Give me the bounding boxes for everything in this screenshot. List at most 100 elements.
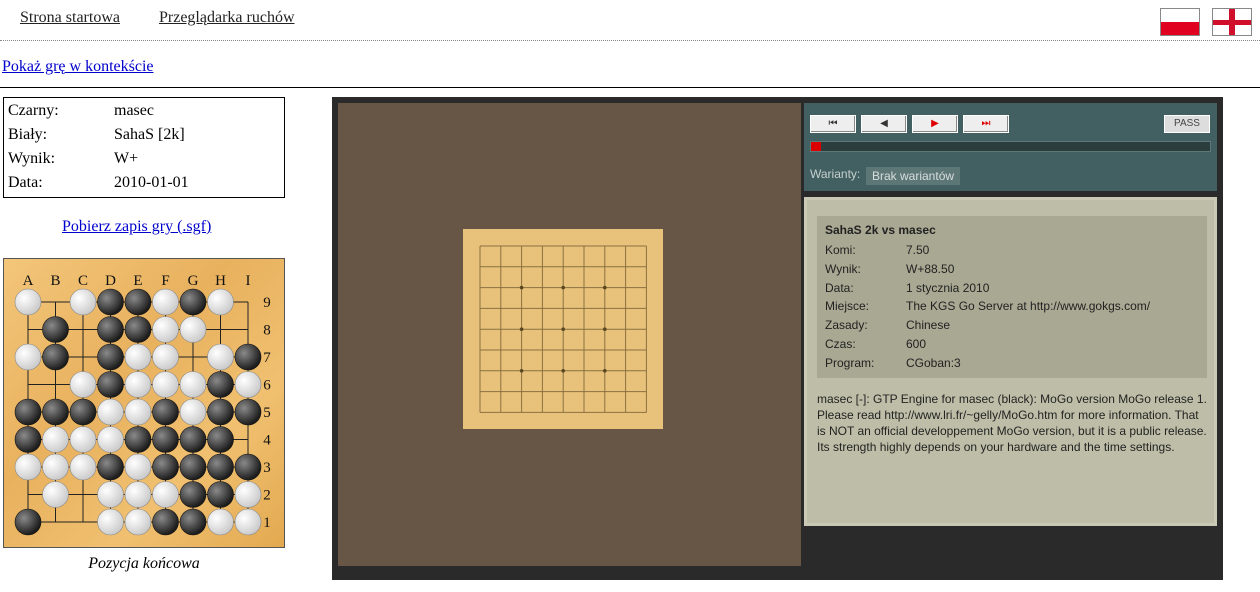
goban[interactable]: [463, 229, 663, 429]
white-stone: [69, 426, 97, 453]
info-result: Wynik: W+88.50: [825, 262, 954, 276]
black-stone: [234, 343, 262, 371]
white-stone: [97, 426, 124, 453]
black-stone: [152, 508, 179, 536]
star-point: [603, 369, 607, 373]
white-stone: [69, 371, 97, 398]
black-stone: [97, 316, 124, 343]
pass-button[interactable]: PASS: [1164, 115, 1210, 133]
show-game-in-context-link[interactable]: Pokaż grę w kontekście: [2, 58, 154, 76]
next-move-button[interactable]: ▶: [912, 115, 958, 133]
white-stone: [69, 288, 97, 316]
info-value: 1 stycznia 2010: [906, 281, 990, 295]
black-stone: [234, 398, 262, 426]
game-info-panel: SahaS 2k vs masec Komi: 7.50 Wynik: W+88.5…: [804, 197, 1217, 526]
info-value: W+88.50: [906, 262, 955, 276]
black-stone: [14, 426, 42, 453]
column-label: I: [246, 273, 251, 289]
black-label: Czarny:: [8, 102, 59, 119]
variants-value: Brak wariantów: [866, 167, 961, 185]
star-point: [603, 327, 607, 331]
previous-move-button[interactable]: ◀: [861, 115, 907, 133]
column-label: B: [50, 273, 60, 289]
black-stone: [97, 288, 124, 316]
column-label: G: [188, 273, 199, 289]
nav-home-link[interactable]: Strona startowa: [20, 9, 120, 27]
row-label: 2: [263, 488, 271, 504]
row-label: 7: [263, 350, 271, 366]
goban-grid: [479, 245, 647, 413]
en-flag-icon[interactable]: [1212, 8, 1252, 36]
row-label: 4: [263, 433, 271, 449]
row-label: 5: [263, 405, 271, 421]
pl-flag-icon[interactable]: [1160, 8, 1200, 36]
info-time: Czas: 600: [825, 337, 926, 351]
last-move-button[interactable]: ⏭: [963, 115, 1009, 133]
date-value: 2010-01-01: [114, 174, 189, 191]
black-stone: [152, 398, 179, 426]
black-stone: [14, 508, 42, 536]
column-label: F: [161, 273, 169, 289]
column-label: D: [105, 273, 116, 289]
white-stone: [42, 426, 69, 453]
black-stone: [152, 453, 179, 481]
black-stone: [69, 398, 97, 426]
info-rules: Zasady: Chinese: [825, 318, 950, 332]
black-stone: [179, 453, 207, 481]
nav-move-browser-link[interactable]: Przeglądarka ruchów: [159, 9, 295, 27]
row-label: 8: [263, 323, 271, 339]
white-stone: [234, 508, 262, 536]
white-stone: [124, 371, 152, 398]
star-point: [519, 369, 524, 373]
black-stone: [97, 343, 124, 371]
white-stone: [124, 398, 152, 426]
info-key: Wynik:: [825, 262, 861, 276]
black-stone: [124, 426, 152, 453]
white-stone: [152, 316, 179, 343]
white-stone: [97, 398, 124, 426]
star-point: [561, 369, 565, 373]
black-stone: [179, 508, 207, 536]
white-label: Biały:: [8, 126, 48, 143]
white-stone: [14, 288, 42, 316]
date-label: Data:: [8, 174, 43, 191]
white-stone: [152, 481, 179, 508]
black-stone: [14, 398, 42, 426]
column-label: E: [133, 273, 142, 289]
download-sgf-link[interactable]: Pobierz zapis gry (.sgf): [62, 218, 211, 236]
move-comment: masec [-]: GTP Engine for masec (black):…: [817, 392, 1207, 454]
black-stone: [179, 288, 207, 316]
info-value: The KGS Go Server at http://www.gokgs.co…: [906, 299, 1151, 313]
black-stone: [42, 316, 69, 343]
white-stone: [124, 481, 152, 508]
white-stone: [42, 481, 69, 508]
star-point: [519, 285, 524, 290]
info-key: Czas:: [825, 337, 856, 351]
move-progress-slider[interactable]: [810, 141, 1211, 152]
last-move-icon: ⏭: [981, 118, 991, 129]
info-value: CGoban:3: [906, 356, 961, 370]
white-stone: [152, 371, 179, 398]
white-stone: [124, 343, 152, 371]
game-info-box: SahaS 2k vs masec Komi: 7.50 Wynik: W+88.5…: [817, 216, 1207, 378]
result-label: Wynik:: [8, 150, 56, 167]
progress-fill: [811, 142, 821, 151]
info-key: Miejsce:: [825, 299, 870, 313]
info-value: Chinese: [906, 318, 951, 332]
white-stone: [234, 371, 262, 398]
black-stone: [207, 398, 234, 426]
first-move-button[interactable]: ⏮: [810, 115, 856, 133]
white-stone: [234, 481, 262, 508]
next-icon: ▶: [931, 118, 939, 129]
divider: [0, 87, 1260, 88]
info-komi: Komi: 7.50: [825, 243, 929, 257]
black-stone: [152, 426, 179, 453]
first-move-icon: ⏮: [828, 118, 838, 129]
black-stone: [207, 481, 234, 508]
viewer-board-area: [338, 103, 801, 566]
black-stone: [42, 343, 69, 371]
column-label: H: [215, 273, 226, 289]
game-info-table: Czarny: masec Biały: SahaS [2k] Wynik: W+ D…: [3, 97, 285, 198]
black-stone: [124, 288, 152, 316]
star-point: [603, 285, 607, 290]
